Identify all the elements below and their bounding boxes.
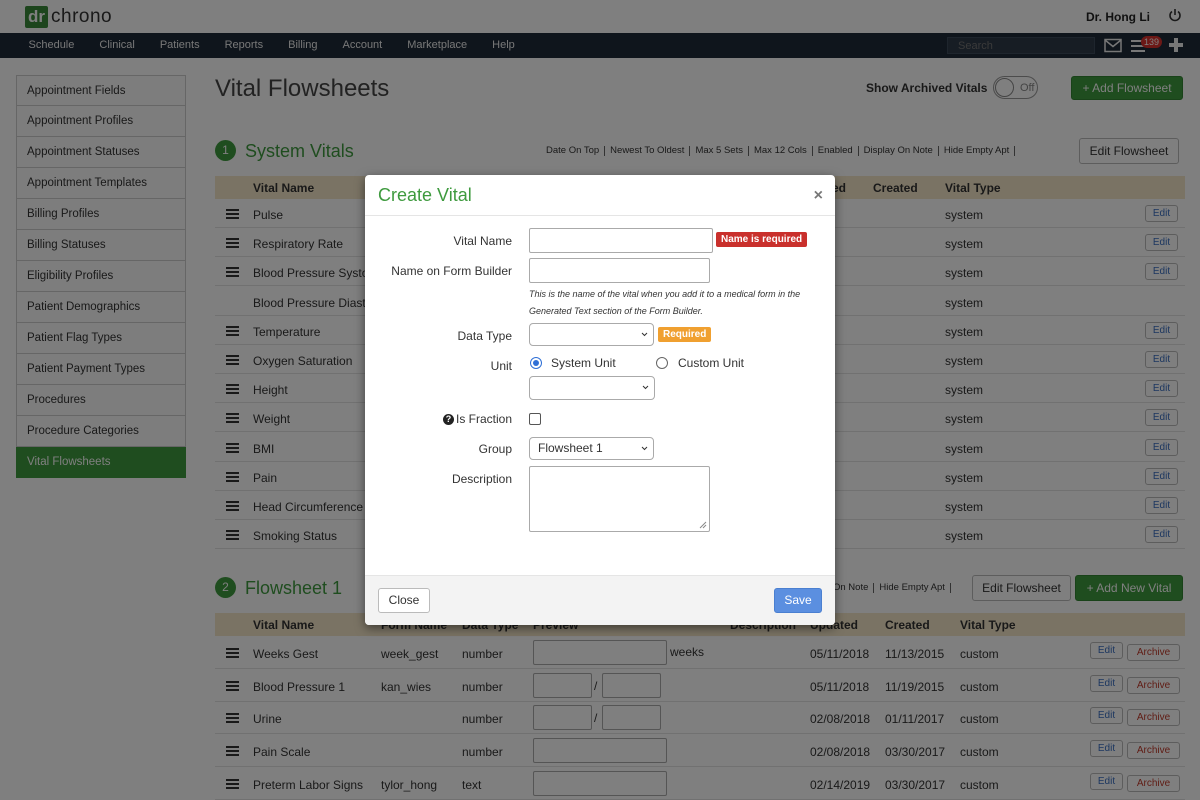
unit-select[interactable] — [529, 376, 655, 400]
help-icon[interactable]: ? — [443, 414, 454, 425]
vital-name-label: Vital Name — [453, 234, 512, 248]
group-label: Group — [478, 442, 512, 456]
custom-unit-label[interactable]: Custom Unit — [678, 356, 744, 370]
vital-name-input[interactable] — [529, 228, 713, 253]
data-type-required-badge: Required — [658, 327, 712, 342]
group-select[interactable]: Flowsheet 1 — [529, 437, 654, 460]
is-fraction-checkbox[interactable] — [529, 413, 541, 425]
is-fraction-label: Is Fraction — [455, 412, 512, 426]
form-name-input[interactable] — [529, 258, 710, 283]
group-value: Flowsheet 1 — [538, 441, 603, 455]
unit-label: Unit — [490, 359, 512, 373]
create-vital-modal: Create Vital × Vital Name Name is requir… — [365, 175, 835, 625]
form-name-help: This is the name of the vital when you a… — [529, 289, 801, 316]
chevron-down-icon — [641, 446, 648, 451]
custom-unit-radio[interactable] — [656, 357, 668, 369]
description-label: Description — [451, 472, 512, 486]
resize-grip-icon[interactable] — [699, 521, 707, 529]
form-name-label: Name on Form Builder — [391, 264, 512, 278]
close-icon[interactable]: × — [814, 187, 823, 205]
modal-divider — [365, 215, 835, 216]
data-type-select[interactable] — [529, 323, 654, 346]
vital-name-error-badge: Name is required — [716, 232, 808, 247]
system-unit-label[interactable]: System Unit — [551, 356, 616, 370]
system-unit-radio[interactable] — [530, 357, 542, 369]
chevron-down-icon — [641, 332, 648, 337]
data-type-label: Data Type — [457, 329, 512, 343]
chevron-down-icon — [642, 385, 649, 390]
modal-title: Create Vital — [378, 185, 472, 205]
modal-footer: Close Save — [365, 576, 835, 625]
close-button[interactable]: Close — [378, 588, 430, 613]
save-button[interactable]: Save — [774, 588, 822, 613]
description-textarea[interactable] — [529, 466, 710, 532]
